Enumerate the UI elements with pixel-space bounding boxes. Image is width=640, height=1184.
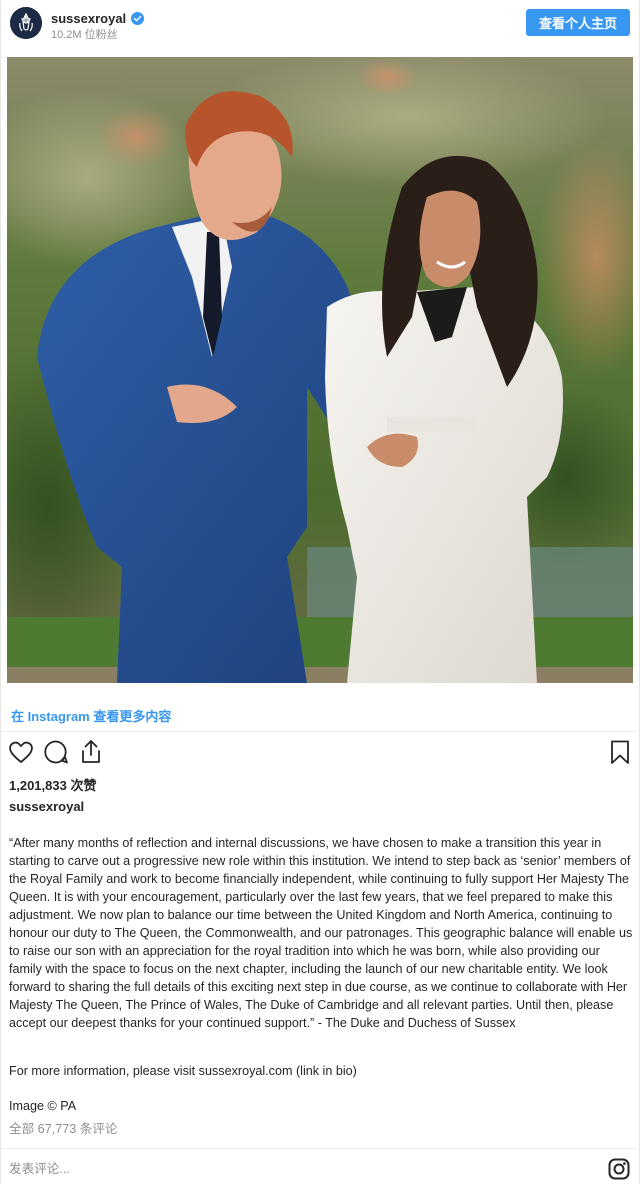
handle-row: sussexroyal — [51, 9, 145, 27]
follower-count: 10.2M 位粉丝 — [51, 29, 118, 41]
caption-text: “After many months of reflection and int… — [9, 836, 633, 1030]
image-credit: Image © PA — [9, 1099, 77, 1113]
action-bar — [1, 738, 640, 770]
share-icon[interactable] — [77, 738, 105, 766]
heart-icon[interactable] — [7, 738, 35, 766]
view-all-comments-link[interactable]: 全部 67,773 条评论 — [9, 1120, 118, 1138]
instagram-logo-icon[interactable] — [608, 1158, 630, 1180]
verified-badge-icon — [131, 11, 145, 25]
post-header: sussexroyal 10.2M 位粉丝 查看个人主页 — [1, 0, 640, 48]
caption-more-info: For more information, please visit susse… — [9, 1064, 357, 1078]
view-more-row: 在 Instagram 查看更多内容 — [1, 700, 640, 732]
comment-bar — [1, 1148, 640, 1184]
post-photo[interactable] — [7, 57, 633, 683]
view-profile-button[interactable]: 查看个人主页 — [526, 9, 630, 36]
account-handle[interactable]: sussexroyal — [51, 11, 126, 26]
caption-handle[interactable]: sussexroyal — [9, 799, 84, 814]
instagram-embed: sussexroyal 10.2M 位粉丝 查看个人主页 在 Instagram… — [0, 0, 640, 1184]
like-count[interactable]: 1,201,833 次赞 — [9, 775, 96, 794]
avatar[interactable] — [10, 7, 42, 39]
comment-input[interactable] — [9, 1159, 569, 1179]
bookmark-icon[interactable] — [606, 738, 634, 766]
view-more-on-instagram-link[interactable]: 在 Instagram 查看更多内容 — [11, 706, 171, 725]
comment-icon[interactable] — [42, 738, 70, 766]
